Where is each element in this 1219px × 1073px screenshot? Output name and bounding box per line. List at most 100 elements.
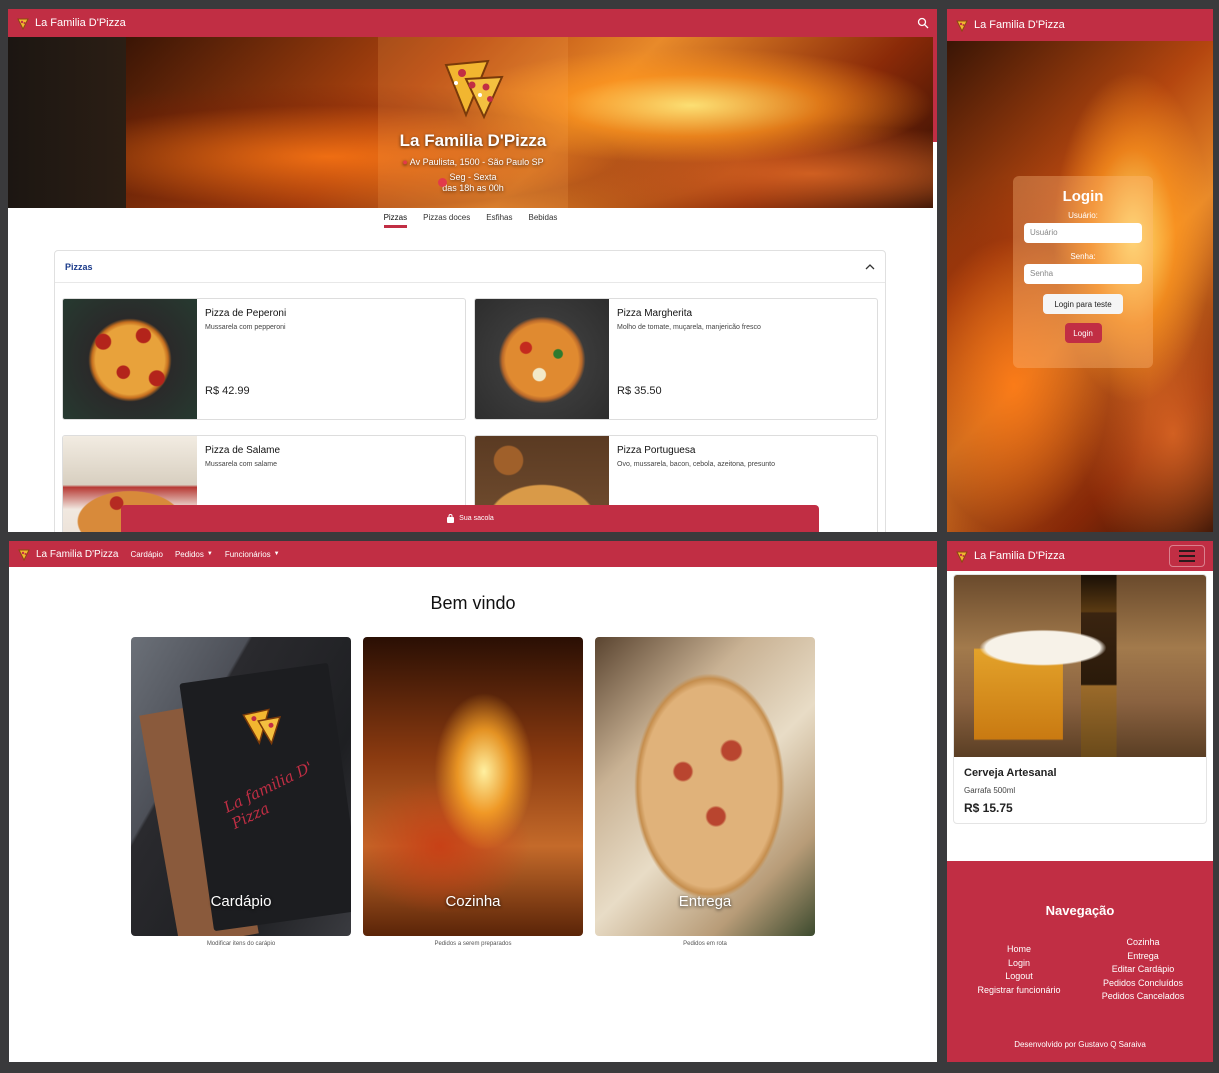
pizza-logo-icon <box>17 18 29 30</box>
card-subtitle: Pedidos em rota <box>683 941 727 947</box>
login-button[interactable]: Login <box>1064 323 1102 343</box>
pizza-mascot-logo <box>242 708 282 746</box>
brand-name: La Familia D'Pizza <box>974 550 1065 562</box>
product-price: R$ 35.50 <box>617 385 662 397</box>
footer-link-register[interactable]: Registrar funcionário <box>965 984 1073 998</box>
product-image <box>954 575 1206 757</box>
tab-esfihas[interactable]: Esfihas <box>486 213 512 228</box>
nav-pedidos-label: Pedidos <box>174 549 204 559</box>
nav-cardapio-label: Cardápio <box>130 549 163 559</box>
footer-link-cozinha[interactable]: Cozinha <box>1087 936 1199 950</box>
caret-down-icon: ▼ <box>273 551 280 557</box>
password-input[interactable]: Senha <box>1024 264 1142 284</box>
brand-name: La Familia D'Pizza <box>36 548 119 560</box>
product-name: Pizza Portuguesa <box>617 445 696 456</box>
card-caption: Cardápio <box>210 893 272 910</box>
navbar-brand[interactable]: La Familia D'Pizza <box>955 549 1065 563</box>
pizza-logo-icon <box>956 20 968 32</box>
hero-days-text: Seg - Sexta <box>449 172 497 182</box>
card-caption: Entrega <box>678 893 732 910</box>
entrega-card[interactable]: Entrega <box>595 637 815 936</box>
welcome-heading: Bem vindo <box>430 593 516 613</box>
hero-dark-edge <box>8 37 126 208</box>
brand-name: La Familia D'Pizza <box>974 19 1065 31</box>
clock-icon <box>438 178 447 187</box>
top-navbar: La Familia D'Pizza <box>8 9 937 37</box>
product-price: R$ 42.99 <box>205 385 250 397</box>
nav-funcionarios-dropdown[interactable]: Funcionários ▼ <box>225 550 280 559</box>
footer-link-login[interactable]: Login <box>965 957 1073 971</box>
product-name: Pizza de Salame <box>205 445 281 456</box>
pizza-logo-icon <box>956 551 968 563</box>
top-navbar: La Familia D'Pizza Cardápio Pedidos ▼ Fun… <box>9 541 937 567</box>
top-navbar: La Familia D'Pizza <box>947 9 1213 41</box>
bag-button[interactable]: Sua sacola <box>121 505 819 532</box>
menu-page-panel: La Familia D'Pizza La Familia D'Pizza ● … <box>8 9 937 532</box>
pizzas-accordion: Pizzas Pizza de Peperoni Mussarela com p… <box>54 250 886 532</box>
pizza-mascot-logo <box>444 59 504 120</box>
bag-icon <box>447 514 455 523</box>
product-price: R$ 15.75 <box>964 801 1013 815</box>
footer-link-editar-cardapio[interactable]: Editar Cardápio <box>1087 963 1199 977</box>
accordion-header[interactable]: Pizzas <box>55 251 885 283</box>
product-card[interactable]: Pizza de Peperoni Mussarela com pepperon… <box>62 298 466 420</box>
hero-hours: Seg - Sexta das 18h as 00h <box>378 172 568 194</box>
footer-right-links: Cozinha Entrega Editar Cardápio Pedidos … <box>1087 936 1199 1004</box>
cozinha-card[interactable]: Cozinha <box>363 637 583 936</box>
nav-pedidos-dropdown[interactable]: Pedidos ▼ <box>175 550 213 559</box>
product-desc: Garrafa 500ml <box>964 786 1016 795</box>
footer-link-logout[interactable]: Logout <box>965 970 1073 984</box>
chevron-up-icon[interactable] <box>865 263 875 271</box>
category-tabs: Pizzas Pizzas doces Esfihas Bebidas <box>8 213 933 228</box>
bag-label: Sua sacola <box>459 515 494 522</box>
product-card[interactable]: Pizza Margherita Molho de tomate, muçare… <box>474 298 878 420</box>
menu-book-script: La familia D' Pizza <box>220 757 316 833</box>
product-card[interactable]: Cerveja Artesanal Garrafa 500ml R$ 15.75 <box>953 574 1207 824</box>
location-pin-icon: ● <box>402 157 408 167</box>
scroll-strip <box>933 37 937 142</box>
tab-bebidas[interactable]: Bebidas <box>529 213 558 228</box>
hamburger-menu-icon[interactable] <box>1169 545 1205 567</box>
login-form: Login Usuário: Usuário Senha: Senha Logi… <box>1013 176 1153 368</box>
password-label: Senha: <box>1070 252 1096 261</box>
pizza-logo-icon <box>18 549 30 561</box>
hero-banner: La Familia D'Pizza ● Av Paulista, 1500 -… <box>8 37 933 208</box>
product-desc: Mussarela com salame <box>205 461 277 468</box>
product-image <box>63 299 197 419</box>
nav-funcionarios-label: Funcionários <box>224 549 271 559</box>
caret-down-icon: ▼ <box>206 551 213 557</box>
footer-left-links: Home Login Logout Registrar funcionário <box>965 943 1073 997</box>
cardapio-card[interactable]: La familia D' Pizza Cardápio <box>131 637 351 936</box>
test-login-button[interactable]: Login para teste <box>1043 294 1123 314</box>
mobile-panel: La Familia D'Pizza Cerveja Artesanal Gar… <box>947 541 1213 1062</box>
hero-address-text: Av Paulista, 1500 - São Paulo SP <box>409 157 544 167</box>
product-image <box>475 299 609 419</box>
navbar-brand[interactable]: La Familia D'Pizza <box>17 547 119 561</box>
tab-pizzas-doces[interactable]: Pizzas doces <box>423 213 470 228</box>
navbar-brand[interactable]: La Familia D'Pizza <box>16 16 126 30</box>
hero-title: La Familia D'Pizza <box>399 131 547 150</box>
footer-credit: Desenvolvido por Gustavo Q Saraiva <box>1014 1040 1146 1049</box>
navbar-brand[interactable]: La Familia D'Pizza <box>955 18 1065 32</box>
nav-cardapio[interactable]: Cardápio <box>131 550 163 559</box>
top-navbar: La Familia D'Pizza <box>947 541 1213 571</box>
footer-link-home[interactable]: Home <box>965 943 1073 957</box>
dashboard-panel: La Familia D'Pizza Cardápio Pedidos ▼ Fun… <box>9 541 937 1062</box>
search-icon[interactable] <box>917 17 929 29</box>
site-footer: Navegação Home Login Logout Registrar fu… <box>947 861 1213 1062</box>
footer-link-pedidos-cancelados[interactable]: Pedidos Cancelados <box>1087 990 1199 1004</box>
username-input[interactable]: Usuário <box>1024 223 1142 243</box>
product-name: Pizza Margherita <box>617 308 693 319</box>
tab-pizzas[interactable]: Pizzas <box>383 213 408 228</box>
user-label: Usuário: <box>1068 211 1098 220</box>
footer-title: Navegação <box>1045 903 1115 918</box>
login-panel: La Familia D'Pizza Login Usuário: Usuári… <box>947 9 1213 532</box>
product-desc: Mussarela com pepperoni <box>205 324 286 331</box>
footer-link-entrega[interactable]: Entrega <box>1087 950 1199 964</box>
product-desc: Molho de tomate, muçarela, manjericão fr… <box>617 324 761 331</box>
hero-address: ● Av Paulista, 1500 - São Paulo SP <box>378 157 568 167</box>
product-name: Pizza de Peperoni <box>205 308 287 319</box>
footer-link-pedidos-concluidos[interactable]: Pedidos Concluídos <box>1087 977 1199 991</box>
login-title: Login <box>1062 188 1104 205</box>
card-subtitle: Modificar itens do carápio <box>206 941 276 947</box>
